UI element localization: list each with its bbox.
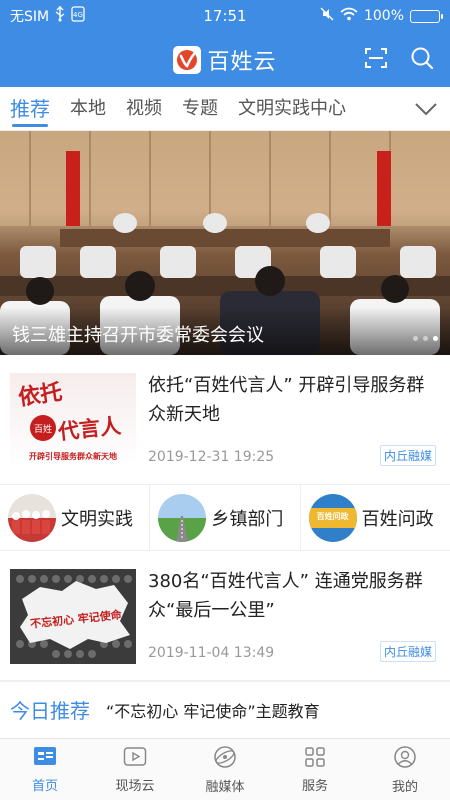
- nav-label: 融媒体: [205, 779, 245, 795]
- thumb-text-yituo: 依托: [16, 379, 64, 411]
- nav-live[interactable]: 现场云: [90, 739, 180, 800]
- news-thumbnail: 不忘初心 牢记使命: [10, 569, 136, 664]
- nav-label: 服务: [301, 778, 328, 794]
- news-item[interactable]: 依托 百姓 代言人 开辟引导服务群众新天地 依托“百姓代言人” 开辟引导服务群众…: [0, 355, 450, 485]
- news-thumbnail: 依托 百姓 代言人 开辟引导服务群众新天地: [10, 373, 136, 468]
- news-title: 依托“百姓代言人” 开辟引导服务群众新天地: [148, 375, 425, 425]
- carousel-dot[interactable]: [413, 336, 418, 341]
- quick-entry-towns[interactable]: 乡镇部门: [150, 485, 301, 550]
- thumb-caption: 开辟引导服务群众新天地: [29, 452, 117, 461]
- nav-services[interactable]: 服务: [270, 739, 360, 800]
- today-recommend-text[interactable]: “不忘初心 牢记使命”主题教育: [106, 698, 320, 722]
- today-recommend-label: 今日推荐: [10, 699, 90, 723]
- towns-departments-icon: [158, 493, 207, 542]
- nav-label: 现场云: [115, 778, 155, 794]
- today-recommend-bar[interactable]: 今日推荐 “不忘初心 牢记使命”主题教育: [0, 681, 450, 737]
- tab-topics[interactable]: 专题: [182, 87, 218, 131]
- civilization-practice-icon: [8, 493, 56, 542]
- chevron-down-icon[interactable]: [412, 95, 440, 123]
- tab-civilization-center[interactable]: 文明实践中心: [238, 87, 346, 131]
- nav-media[interactable]: 融媒体: [180, 739, 270, 800]
- news-title: 380名“百姓代言人” 连通党服务群众“最后一公里”: [148, 571, 423, 621]
- tab-recommend[interactable]: 推荐: [10, 87, 50, 131]
- grid-icon: [304, 746, 326, 772]
- carousel-dots: [413, 336, 438, 341]
- quick-entry-civilization[interactable]: 文明实践: [0, 485, 151, 550]
- app-logo-icon: [173, 45, 202, 74]
- home-icon: [33, 746, 57, 772]
- news-item[interactable]: 不忘初心 牢记使命 380名“百姓代言人” 连通党服务群众“最后一公里” 201…: [0, 551, 450, 681]
- brand: 百姓云: [173, 44, 276, 76]
- bottom-nav: 首页 现场云 融媒体 服务 我的: [0, 738, 450, 800]
- quick-entry-label: 文明实践: [61, 508, 133, 530]
- quick-entry-politics[interactable]: 百姓问政 百姓问政: [301, 485, 450, 550]
- tab-local[interactable]: 本地: [70, 87, 106, 131]
- play-video-icon: [123, 746, 147, 772]
- carousel-dot[interactable]: [423, 336, 428, 341]
- news-date: 2019-11-04 13:49: [148, 645, 275, 661]
- carousel-dot-active[interactable]: [433, 336, 438, 341]
- politics-icon-text: 百姓问政: [316, 511, 349, 521]
- news-date: 2019-12-31 19:25: [148, 449, 275, 465]
- title-bar: 百姓云: [0, 32, 450, 87]
- nav-label: 首页: [31, 778, 58, 794]
- search-icon[interactable]: [408, 44, 436, 72]
- quick-entry-label: 百姓问政: [361, 508, 434, 530]
- category-tabs: 推荐 本地 视频 专题 文明实践中心: [0, 87, 450, 131]
- nav-home[interactable]: 首页: [0, 739, 90, 800]
- hero-banner[interactable]: 钱三雄主持召开市委常委会会议: [0, 131, 450, 355]
- user-icon: [393, 745, 417, 773]
- app-title: 百姓云: [207, 49, 277, 75]
- scan-icon[interactable]: [362, 44, 390, 72]
- nav-label: 我的: [391, 779, 418, 795]
- globe-icon: [213, 745, 237, 773]
- status-time: 17:51: [203, 7, 247, 25]
- quick-entry-label: 乡镇部门: [211, 508, 284, 530]
- nav-me[interactable]: 我的: [360, 739, 450, 800]
- battery-icon: [410, 9, 443, 23]
- people-politics-icon: 百姓问政: [308, 493, 357, 542]
- status-bar: 无SIM 4G 17:51 100%: [0, 0, 450, 32]
- news-source-badge: 内丘融媒: [379, 445, 436, 466]
- app-header: 无SIM 4G 17:51 100% 百姓云: [0, 0, 450, 87]
- news-source-badge: 内丘融媒: [379, 641, 436, 662]
- quick-entry-row: 文明实践 乡镇部门 百姓问政 百姓问政: [0, 485, 450, 551]
- tab-video[interactable]: 视频: [126, 87, 162, 131]
- thumb-badge: 百姓: [30, 415, 56, 441]
- hero-caption: 钱三雄主持召开市委常委会会议: [12, 325, 264, 346]
